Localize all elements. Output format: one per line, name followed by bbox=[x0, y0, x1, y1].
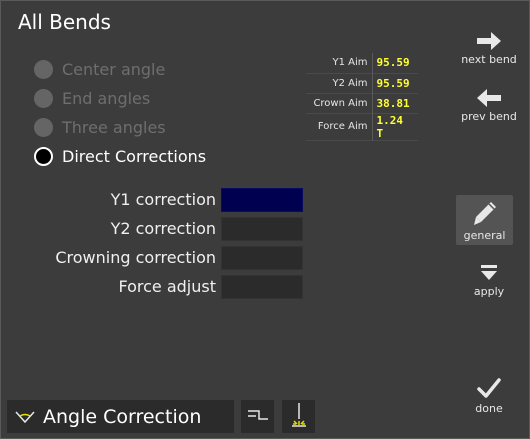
y2-correction-field[interactable] bbox=[221, 216, 303, 241]
mode-center-angle[interactable]: Center angle bbox=[34, 55, 206, 84]
step-profile-icon bbox=[247, 407, 269, 426]
radio-icon bbox=[34, 60, 53, 79]
y1-correction-row: Y1 correction bbox=[31, 187, 303, 212]
mode-end-angles[interactable]: End angles bbox=[34, 84, 206, 113]
mode-direct-corrections[interactable]: Direct Corrections bbox=[34, 142, 206, 171]
aim-row: Force Aim 1.24 T bbox=[306, 113, 418, 140]
aim-values-table: Y1 Aim 95.59 Y2 Aim 95.59 Crown Aim 38.8… bbox=[306, 53, 418, 141]
radio-selected-icon bbox=[34, 147, 53, 166]
all-bends-panel: All Bends Center angle End angles Three … bbox=[0, 0, 530, 439]
crowning-correction-field[interactable] bbox=[221, 245, 303, 270]
step-profile-button[interactable] bbox=[241, 400, 274, 433]
prev-bend-button[interactable]: prev bend bbox=[454, 86, 524, 130]
apply-button[interactable]: apply bbox=[454, 261, 524, 303]
aim-value: 95.59 bbox=[376, 56, 410, 70]
aim-label: Crown Aim bbox=[306, 93, 373, 113]
next-bend-label: next bend bbox=[461, 53, 517, 66]
done-button[interactable]: done bbox=[454, 374, 524, 418]
radio-icon bbox=[34, 118, 53, 137]
y1-correction-label: Y1 correction bbox=[110, 190, 216, 209]
mode-label: Center angle bbox=[62, 60, 166, 79]
aim-label: Y2 Aim bbox=[306, 73, 373, 93]
angle-correction-label: Angle Correction bbox=[43, 405, 202, 428]
prev-bend-label: prev bend bbox=[461, 110, 517, 123]
crowning-correction-label: Crowning correction bbox=[55, 248, 216, 267]
mode-label: Direct Corrections bbox=[62, 147, 207, 166]
aim-value: 1.24 T bbox=[376, 113, 404, 140]
aim-row: Crown Aim 38.81 bbox=[306, 93, 418, 113]
aim-value: 95.59 bbox=[376, 76, 410, 90]
checkmark-icon bbox=[476, 374, 502, 402]
page-title: All Bends bbox=[18, 10, 111, 34]
done-label: done bbox=[475, 402, 503, 415]
apply-icon bbox=[478, 261, 500, 285]
aim-label: Y1 Aim bbox=[306, 53, 373, 73]
y1-correction-field[interactable] bbox=[221, 187, 303, 212]
force-adjust-row: Force adjust bbox=[31, 274, 303, 299]
arrow-left-icon bbox=[476, 86, 502, 110]
punch-light-icon bbox=[289, 402, 309, 432]
force-adjust-label: Force adjust bbox=[118, 277, 216, 296]
force-adjust-field[interactable] bbox=[221, 274, 303, 299]
general-label: general bbox=[463, 229, 506, 242]
aim-row: Y1 Aim 95.59 bbox=[306, 53, 418, 73]
mode-label: End angles bbox=[62, 89, 151, 108]
aim-label: Force Aim bbox=[306, 113, 373, 140]
punch-light-button[interactable] bbox=[282, 400, 315, 433]
y2-correction-row: Y2 correction bbox=[31, 216, 303, 241]
crowning-correction-row: Crowning correction bbox=[31, 245, 303, 270]
next-bend-button[interactable]: next bend bbox=[454, 29, 524, 73]
mode-label: Three angles bbox=[62, 118, 166, 137]
radio-icon bbox=[34, 89, 53, 108]
angle-correction-selector[interactable]: Angle Correction bbox=[7, 400, 234, 433]
angle-triangle-icon bbox=[7, 410, 43, 424]
pencil-icon bbox=[472, 199, 498, 229]
mode-three-angles[interactable]: Three angles bbox=[34, 113, 206, 142]
general-button[interactable]: general bbox=[456, 195, 513, 245]
y2-correction-label: Y2 correction bbox=[110, 219, 216, 238]
correction-mode-list: Center angle End angles Three angles Dir… bbox=[34, 55, 206, 171]
aim-row: Y2 Aim 95.59 bbox=[306, 73, 418, 93]
aim-value: 38.81 bbox=[376, 96, 410, 110]
apply-label: apply bbox=[473, 285, 505, 298]
arrow-right-icon bbox=[476, 29, 502, 53]
